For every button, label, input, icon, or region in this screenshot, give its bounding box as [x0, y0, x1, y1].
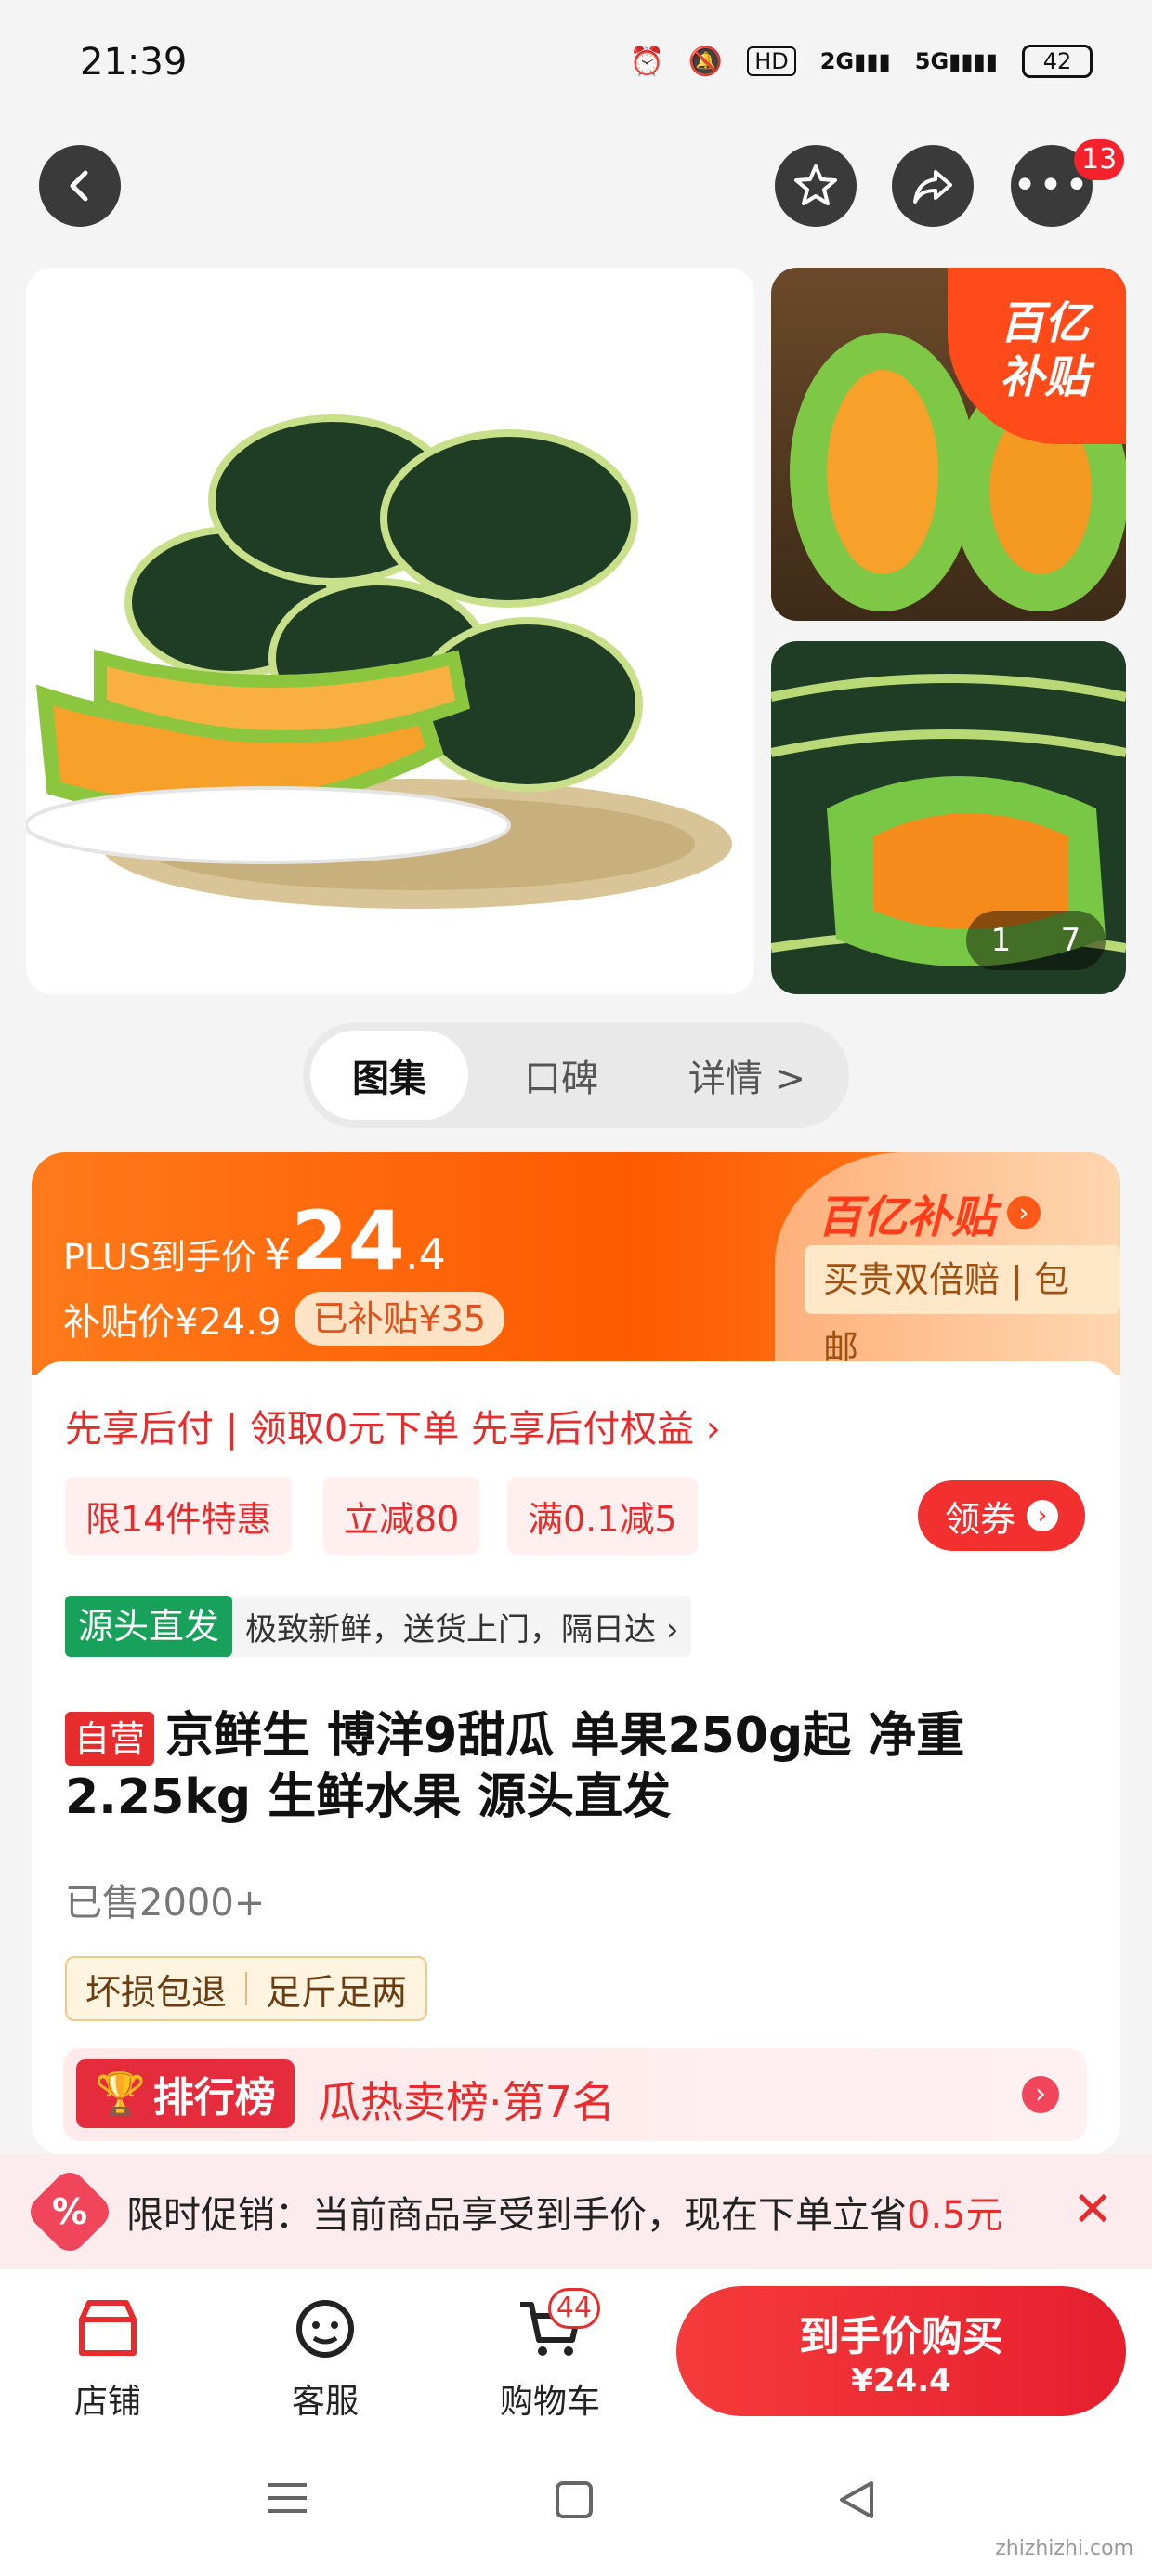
- promo-text-prefix: 限时促销：当前商品享受到手价，现在下单立省: [126, 2194, 907, 2237]
- ranking-badge: 🏆 排行榜: [76, 2059, 295, 2128]
- share-icon: [913, 170, 952, 204]
- triangle-back-icon: [840, 2481, 873, 2518]
- watermark: zhizhizhi.com: [995, 2537, 1133, 2560]
- brand-subsidy-label: 百亿补贴: [818, 1191, 997, 1243]
- source-tag: 源头直发: [65, 1596, 233, 1657]
- chevron-right-icon: ›: [1022, 2076, 1059, 2113]
- buy-now-button[interactable]: 到手价购买 ¥24.4: [676, 2286, 1126, 2416]
- menu-icon: [268, 2483, 307, 2513]
- store-button[interactable]: 店铺: [52, 2292, 164, 2423]
- promo-text: 限时促销：当前商品享受到手价，现在下单立省0.5元: [126, 2185, 1003, 2239]
- chevron-left-icon: [70, 170, 88, 202]
- service-tags[interactable]: 坏损包退 足斤足两: [65, 1956, 428, 2021]
- more-badge: 13: [1074, 139, 1125, 180]
- close-icon[interactable]: ✕: [1072, 2182, 1113, 2238]
- trophy-icon: 🏆: [95, 2070, 146, 2118]
- tab-reviews[interactable]: 口碑: [468, 1031, 654, 1120]
- status-time: 21:39: [80, 41, 188, 84]
- buy-now-price: ¥24.4: [851, 2362, 951, 2399]
- melon-illustration: [26, 414, 732, 909]
- share-button[interactable]: [892, 145, 974, 227]
- subsidy-price-row: 补贴价¥24.9 已补贴¥35: [63, 1292, 505, 1346]
- plus-price-label: PLUS到手价: [63, 1237, 257, 1278]
- product-title-line2: 2.25kg 生鲜水果 源头直发: [65, 1769, 672, 1825]
- favorite-button[interactable]: [775, 145, 857, 227]
- cart-label: 购物车: [499, 2383, 600, 2421]
- self-operated-tag: 自营: [65, 1712, 155, 1766]
- back-button[interactable]: [39, 145, 121, 227]
- coupon-chip-2[interactable]: 立减80: [323, 1477, 480, 1555]
- signal-2g-icon: 2G▮▮▮: [819, 48, 891, 74]
- promo-amount: 0.5元: [907, 2194, 1003, 2237]
- pager-current: 1: [990, 922, 1012, 959]
- plus-price: PLUS到手价 ¥ 24 .4: [63, 1193, 446, 1289]
- gallery-pager: 1 7: [966, 911, 1106, 970]
- cart-badge: 44: [548, 2288, 600, 2329]
- section-tabs: 图集 口碑 详情 >: [303, 1022, 849, 1128]
- source-desc: 极致新鲜，送货上门，隔日达 ›: [245, 1610, 679, 1649]
- subsidized-badge: 已补贴¥35: [294, 1292, 505, 1346]
- back-nav-button[interactable]: [836, 2479, 877, 2524]
- arrow-circle-icon: ›: [1027, 1500, 1058, 1531]
- promo-strip: % 限时促销：当前商品享受到手价，现在下单立省0.5元 ✕: [0, 2154, 1152, 2269]
- discount-icon: %: [23, 2165, 116, 2258]
- customer-service-button[interactable]: 客服: [269, 2292, 381, 2423]
- ranking-badge-label: 排行榜: [152, 2074, 276, 2122]
- service-tag-2: 足斤足两: [266, 1971, 408, 2013]
- main-product-image[interactable]: [26, 268, 754, 994]
- customer-service-label: 客服: [291, 2383, 359, 2421]
- claim-coupon-button[interactable]: 领券 ›: [918, 1480, 1085, 1551]
- battery-icon: 42: [1022, 45, 1093, 78]
- source-direct-row[interactable]: 源头直发 极致新鲜，送货上门，隔日达 ›: [65, 1596, 692, 1657]
- ranking-row[interactable]: 🏆 排行榜 瓜热卖榜·第7名 ›: [63, 2048, 1087, 2141]
- signal-5g-icon: 5G▮▮▮▮: [914, 48, 998, 74]
- tab-gallery[interactable]: 图集: [310, 1031, 468, 1120]
- buy-now-label: 到手价购买: [799, 2313, 1003, 2360]
- store-label: 店铺: [73, 2383, 141, 2421]
- smile-chat-icon: [296, 2300, 354, 2358]
- sold-count: 已售2000+: [65, 1882, 266, 1925]
- star-icon: [794, 164, 837, 205]
- ranking-text: 瓜热卖榜·第7名: [318, 2077, 615, 2127]
- home-nav-button[interactable]: [554, 2479, 595, 2524]
- status-icons: ⏰ 🔕 HD 2G▮▮▮ 5G▮▮▮▮ 42: [629, 45, 1093, 78]
- subsidy-price: 补贴价¥24.9: [63, 1301, 281, 1344]
- product-info: 先享后付 | 领取0元下单 先享后付权益 › 限14件特惠 立减80 满0.1减…: [32, 1361, 1120, 2156]
- mute-icon: 🔕: [687, 45, 724, 78]
- claim-coupon-label: 领券: [944, 1498, 1015, 1540]
- coupon-chip-1[interactable]: 限14件特惠: [65, 1477, 293, 1555]
- currency-symbol: ¥: [264, 1229, 292, 1280]
- product-title-line1: 京鲜生 博洋9甜瓜 单果250g起 净重: [165, 1708, 965, 1764]
- gallery-thumb-1[interactable]: 百亿 补贴: [771, 268, 1126, 621]
- square-icon: [556, 2481, 593, 2518]
- menu-nav-button[interactable]: [264, 2479, 310, 2520]
- cart-button[interactable]: 购物车 44: [485, 2288, 615, 2423]
- pay-later-link[interactable]: 先享后付 | 领取0元下单 先享后付权益 ›: [65, 1399, 721, 1452]
- plus-price-dec: .4: [404, 1229, 446, 1280]
- coupon-chip-3[interactable]: 满0.1减5: [507, 1477, 698, 1555]
- service-tag-1: 坏损包退: [85, 1971, 228, 2013]
- tab-details[interactable]: 详情 >: [654, 1031, 840, 1120]
- product-title: 自营 京鲜生 博洋9甜瓜 单果250g起 净重 2.25kg 生鲜水果 源头直发: [65, 1705, 1087, 1828]
- guarantee-tag: 买贵双倍赔 | 包邮: [805, 1245, 1120, 1369]
- hd-icon: HD: [747, 46, 796, 76]
- brand-subsidy-link[interactable]: 百亿补贴 ›: [818, 1180, 1041, 1245]
- store-icon: [79, 2300, 137, 2356]
- plus-price-int: 24: [291, 1193, 405, 1289]
- status-bar: 21:39 ⏰ 🔕 HD 2G▮▮▮ 5G▮▮▮▮ 42: [0, 0, 1152, 139]
- pager-total: 7: [1060, 922, 1081, 959]
- price-card: PLUS到手价 ¥ 24 .4 补贴价¥24.9 已补贴¥35 百亿补贴 › 买…: [32, 1152, 1120, 2156]
- alarm-icon: ⏰: [629, 45, 664, 78]
- chevron-right-icon: ›: [1007, 1196, 1041, 1229]
